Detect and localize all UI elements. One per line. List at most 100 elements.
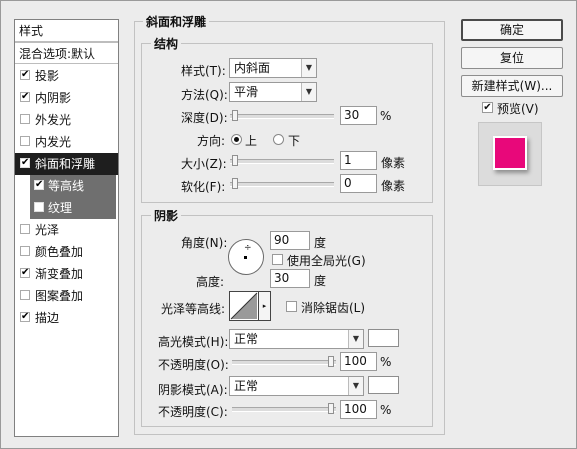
layer-style-dialog: 样式 混合选项:默认 ✔ 投影 ✔ 内阴影 外发光 内发光 ✔ 斜面和浮雕 ✔ …	[0, 0, 577, 449]
sidebar-item-bevel-emboss[interactable]: ✔ 斜面和浮雕	[15, 153, 118, 175]
depth-input[interactable]: 30	[340, 106, 377, 125]
altitude-unit: 度	[314, 274, 327, 288]
chevron-down-icon: ▼	[301, 59, 316, 77]
pattern-overlay-checkbox[interactable]	[20, 290, 30, 300]
gloss-contour-dropdown-button[interactable]: ▸	[259, 291, 271, 321]
new-style-button[interactable]: 新建样式(W)...	[461, 75, 563, 97]
soften-input[interactable]: 0	[340, 174, 377, 193]
sidebar-item-drop-shadow[interactable]: ✔ 投影	[15, 65, 118, 87]
shadow-mode-dropdown[interactable]: 正常 ▼	[229, 376, 364, 396]
gloss-contour-picker[interactable]	[229, 291, 259, 321]
sidebar-item-inner-glow[interactable]: 内发光	[15, 131, 118, 153]
sidebar-item-stroke[interactable]: ✔ 描边	[15, 307, 118, 329]
structure-title: 结构	[151, 35, 182, 52]
style-dropdown[interactable]: 内斜面 ▼	[229, 58, 317, 78]
color-overlay-checkbox[interactable]	[20, 246, 30, 256]
slider-arrow-icon: ▸	[262, 302, 267, 310]
sidebar-item-satin[interactable]: 光泽	[15, 219, 118, 241]
sidebar-item-contour[interactable]: ✔ 等高线	[30, 175, 116, 197]
anti-alias-checkbox[interactable]	[286, 301, 297, 312]
size-slider[interactable]	[230, 154, 334, 168]
reset-button[interactable]: 复位	[461, 47, 563, 69]
altitude-input[interactable]: 30	[270, 269, 310, 288]
direction-up-radio[interactable]	[231, 134, 242, 145]
preview-label: 预览(V)	[497, 102, 539, 116]
inner-glow-checkbox[interactable]	[20, 136, 30, 146]
sidebar-item-label: 外发光	[35, 113, 72, 127]
soften-slider-thumb[interactable]	[232, 178, 238, 189]
sidebar-item-gradient-overlay[interactable]: ✔ 渐变叠加	[15, 263, 118, 285]
depth-slider-track	[230, 114, 334, 119]
global-light-label: 使用全局光(G)	[287, 254, 366, 268]
size-slider-thumb[interactable]	[232, 155, 238, 166]
technique-label: 方法(Q):	[181, 88, 228, 102]
inner-shadow-checkbox[interactable]: ✔	[20, 92, 30, 102]
depth-slider-thumb[interactable]	[232, 110, 238, 121]
sidebar-item-inner-shadow[interactable]: ✔ 内阴影	[15, 87, 118, 109]
chevron-down-icon: ▼	[348, 377, 363, 395]
soften-slider[interactable]	[230, 177, 334, 191]
highlight-opacity-slider[interactable]	[232, 355, 336, 369]
direction-down-radio[interactable]	[273, 134, 284, 145]
highlight-mode-label: 高光模式(H):	[158, 335, 229, 349]
gloss-contour-label: 光泽等高线:	[161, 302, 226, 316]
highlight-opacity-track	[232, 360, 336, 365]
contour-preview-icon	[230, 292, 258, 320]
technique-dropdown-value: 平滑	[234, 85, 259, 99]
highlight-opacity-thumb[interactable]	[328, 356, 334, 367]
sidebar-item-label: 内阴影	[35, 91, 72, 105]
direction-label: 方向:	[197, 134, 226, 148]
shadow-opacity-thumb[interactable]	[328, 403, 334, 414]
sidebar-item-color-overlay[interactable]: 颜色叠加	[15, 241, 118, 263]
sidebar-item-label: 投影	[35, 69, 60, 83]
shadow-opacity-slider[interactable]	[232, 402, 336, 416]
altitude-label: 高度:	[196, 275, 225, 289]
sidebar-item-texture[interactable]: 纹理	[30, 197, 116, 219]
angle-dial[interactable]: ÷	[228, 239, 264, 275]
shadow-opacity-input[interactable]: 100	[340, 400, 377, 419]
highlight-mode-value: 正常	[234, 332, 259, 346]
size-input[interactable]: 1	[340, 151, 377, 170]
sidebar-item-label: 描边	[35, 311, 60, 325]
style-list: 样式 混合选项:默认 ✔ 投影 ✔ 内阴影 外发光 内发光 ✔ 斜面和浮雕 ✔ …	[14, 19, 119, 437]
angle-label: 角度(N):	[181, 236, 228, 250]
highlight-opacity-input[interactable]: 100	[340, 352, 377, 371]
angle-dial-center	[244, 256, 247, 259]
preview-checkbox[interactable]: ✔	[482, 102, 493, 113]
sidebar-item-pattern-overlay[interactable]: 图案叠加	[15, 285, 118, 307]
style-label: 样式(T):	[181, 64, 226, 78]
ok-button[interactable]: 确定	[461, 19, 563, 41]
size-slider-track	[230, 159, 334, 164]
gradient-overlay-checkbox[interactable]: ✔	[20, 268, 30, 278]
sidebar-item-label: 斜面和浮雕	[35, 157, 96, 171]
satin-checkbox[interactable]	[20, 224, 30, 234]
depth-slider[interactable]	[230, 109, 334, 123]
sidebar-item-label: 光泽	[35, 223, 60, 237]
direction-down-label: 下	[288, 134, 301, 148]
depth-label: 深度(D):	[181, 111, 228, 125]
sidebar-item-label: 渐变叠加	[35, 267, 84, 281]
shadow-color-swatch[interactable]	[368, 376, 399, 394]
sidebar-item-label: 纹理	[48, 201, 73, 215]
size-label: 大小(Z):	[181, 157, 227, 171]
technique-dropdown[interactable]: 平滑 ▼	[229, 82, 317, 102]
outer-glow-checkbox[interactable]	[20, 114, 30, 124]
angle-input[interactable]: 90	[270, 231, 310, 250]
sidebar-item-outer-glow[interactable]: 外发光	[15, 109, 118, 131]
highlight-color-swatch[interactable]	[368, 329, 399, 347]
soften-unit: 像素	[381, 179, 406, 193]
highlight-mode-dropdown[interactable]: 正常 ▼	[229, 329, 364, 349]
texture-checkbox[interactable]	[34, 202, 44, 212]
global-light-checkbox[interactable]	[272, 254, 283, 265]
blending-options-item[interactable]: 混合选项:默认	[15, 42, 118, 64]
style-list-header[interactable]: 样式	[15, 20, 118, 42]
drop-shadow-checkbox[interactable]: ✔	[20, 70, 30, 80]
shading-title: 阴影	[151, 207, 182, 224]
contour-checkbox[interactable]: ✔	[34, 180, 44, 190]
bevel-emboss-checkbox[interactable]: ✔	[20, 158, 30, 168]
soften-slider-track	[230, 182, 334, 187]
stroke-checkbox[interactable]: ✔	[20, 312, 30, 322]
shadow-opacity-unit: %	[380, 403, 392, 417]
angle-unit: 度	[314, 236, 327, 250]
style-dropdown-value: 内斜面	[234, 61, 271, 75]
